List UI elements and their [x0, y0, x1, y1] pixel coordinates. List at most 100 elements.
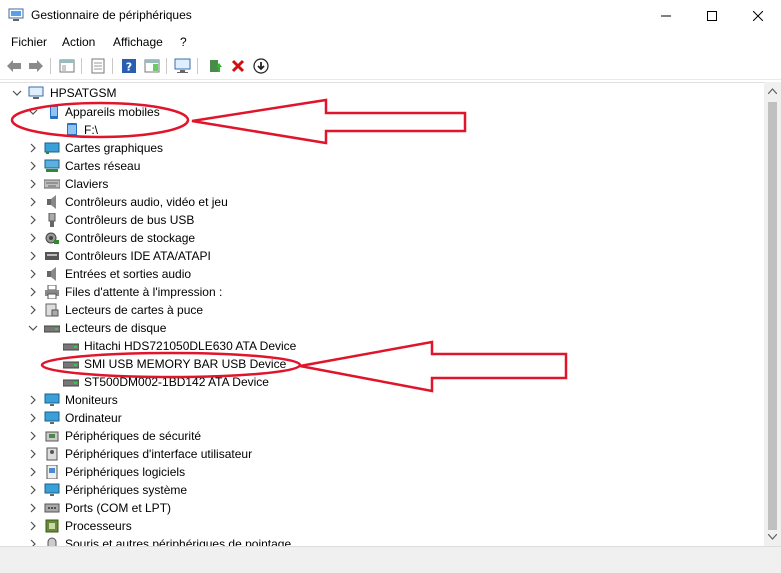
tree-item-moniteurs[interactable]: Moniteurs	[26, 391, 326, 409]
chevron-right-icon	[30, 467, 36, 477]
chevron-right-icon	[30, 197, 36, 207]
tree-item-f-drive[interactable]: F:\	[64, 121, 264, 139]
toolbar-separator	[112, 58, 113, 74]
tree-item-peripheriques-securite[interactable]: Périphériques de sécurité	[26, 427, 326, 445]
display-adapter-icon	[44, 142, 60, 154]
device-tree: HPSATGSM Appareils mobiles F:\ Cartes gr…	[0, 82, 764, 547]
tree-item-controleurs-usb[interactable]: Contrôleurs de bus USB	[26, 211, 326, 229]
tree-item-peripheriques-logiciels[interactable]: Périphériques logiciels	[26, 463, 326, 481]
maximize-icon	[707, 10, 717, 21]
menu-affichage[interactable]: Affichage	[113, 35, 163, 49]
tree-item-label: Contrôleurs de stockage	[65, 231, 196, 245]
chevron-right-icon	[30, 485, 36, 495]
tree-item-label: Contrôleurs IDE ATA/ATAPI	[65, 249, 211, 263]
hid-icon	[46, 447, 58, 461]
tree-item-lecteurs-disque[interactable]: Lecteurs de disque	[26, 319, 326, 337]
tree-item-smi-usb[interactable]: SMI USB MEMORY BAR USB Device	[63, 355, 343, 373]
tree-item-label: Files d'attente à l'impression :	[65, 285, 223, 299]
chevron-right-icon	[30, 395, 36, 405]
tree-item-label: Entrées et sorties audio	[65, 267, 192, 281]
tree-item-controleurs-ide[interactable]: Contrôleurs IDE ATA/ATAPI	[26, 247, 326, 265]
chevron-right-icon	[30, 413, 36, 423]
disk-drive-icon	[44, 325, 60, 333]
help-button[interactable]: ?	[120, 57, 138, 75]
tree-item-peripheriques-interface[interactable]: Périphériques d'interface utilisateur	[26, 445, 326, 463]
vertical-scrollbar[interactable]	[764, 82, 781, 546]
chevron-down-icon	[28, 325, 38, 331]
vertical-scroll-thumb[interactable]	[768, 102, 777, 530]
software-device-icon	[46, 465, 58, 479]
toolbar-separator	[197, 58, 198, 74]
uninstall-device-button[interactable]	[229, 57, 247, 75]
help-icon: ?	[122, 59, 136, 74]
tree-item-processeurs[interactable]: Processeurs	[26, 517, 326, 535]
tree-item-controleurs-stockage[interactable]: Contrôleurs de stockage	[26, 229, 326, 247]
update-driver-button[interactable]	[206, 57, 224, 75]
tree-item-label: Contrôleurs de bus USB	[65, 213, 195, 227]
tree-item-appareils-mobiles[interactable]: Appareils mobiles	[26, 103, 326, 121]
menu-action[interactable]: Action	[62, 35, 95, 49]
tree-item-controleurs-audio[interactable]: Contrôleurs audio, vidéo et jeu	[26, 193, 326, 211]
tree-item-hitachi[interactable]: Hitachi HDS721050DLE630 ATA Device	[63, 337, 343, 355]
chevron-down-icon	[12, 90, 22, 96]
tree-item-st500[interactable]: ST500DM002-1BD142 ATA Device	[63, 373, 343, 391]
status-bar	[0, 546, 781, 573]
speaker-icon	[47, 195, 56, 209]
maximize-button[interactable]	[689, 0, 735, 31]
properties-button[interactable]	[89, 57, 107, 75]
console-tree-icon	[59, 59, 75, 73]
chevron-right-icon	[30, 251, 36, 261]
tree-item-label: Moniteurs	[65, 393, 118, 407]
tree-item-entrees-sorties-audio[interactable]: Entrées et sorties audio	[26, 265, 326, 283]
toolbar-separator	[166, 58, 167, 74]
keyboard-icon	[44, 179, 60, 189]
menu-help[interactable]: ?	[180, 35, 187, 49]
chevron-right-icon	[30, 269, 36, 279]
tree-item-label: SMI USB MEMORY BAR USB Device	[84, 357, 287, 371]
tree-item-cartes-puce[interactable]: Lecteurs de cartes à puce	[26, 301, 326, 319]
forward-button[interactable]	[27, 57, 45, 75]
show-hide-tree-button[interactable]	[58, 57, 76, 75]
title-bar: Gestionnaire de périphériques	[0, 0, 781, 31]
tree-item-claviers[interactable]: Claviers	[26, 175, 326, 193]
action-pane-icon	[144, 59, 160, 73]
back-arrow-icon	[7, 60, 21, 72]
tree-item-label: ST500DM002-1BD142 ATA Device	[84, 375, 269, 389]
printer-icon	[45, 285, 59, 299]
tree-item-label: Périphériques système	[65, 483, 188, 497]
forward-arrow-icon	[29, 60, 43, 72]
tree-item-label: Cartes réseau	[65, 159, 141, 173]
chevron-right-icon	[30, 503, 36, 513]
action-pane-button[interactable]	[143, 57, 161, 75]
tree-item-label: Lecteurs de cartes à puce	[65, 303, 204, 317]
security-device-icon	[45, 431, 59, 442]
disk-drive-icon	[63, 379, 79, 387]
tree-item-files-attente[interactable]: Files d'attente à l'impression :	[26, 283, 326, 301]
toolbar-separator	[81, 58, 82, 74]
tree-root-label: HPSATGSM	[50, 86, 117, 100]
close-button[interactable]	[735, 0, 781, 31]
uninstall-x-icon	[231, 59, 245, 73]
tree-root[interactable]: HPSATGSM	[10, 84, 310, 102]
scan-hardware-button[interactable]	[174, 57, 192, 75]
speaker-icon	[47, 267, 56, 281]
minimize-button[interactable]	[643, 0, 689, 31]
chevron-right-icon	[30, 449, 36, 459]
port-icon	[44, 503, 60, 513]
tree-item-label: F:\	[84, 123, 98, 137]
tree-item-cartes-graphiques[interactable]: Cartes graphiques	[26, 139, 326, 157]
menu-fichier[interactable]: Fichier	[11, 35, 47, 49]
close-icon	[753, 10, 763, 21]
disk-drive-icon	[63, 361, 79, 369]
back-button[interactable]	[5, 57, 23, 75]
tree-item-label: Périphériques d'interface utilisateur	[65, 447, 253, 461]
tree-item-ports[interactable]: Ports (COM et LPT)	[26, 499, 326, 517]
tree-item-peripheriques-systeme[interactable]: Périphériques système	[26, 481, 326, 499]
window-title: Gestionnaire de périphériques	[31, 8, 192, 22]
tree-item-cartes-reseau[interactable]: Cartes réseau	[26, 157, 326, 175]
monitor-icon	[44, 393, 60, 406]
tree-item-ordinateur[interactable]: Ordinateur	[26, 409, 326, 427]
tree-item-label: Appareils mobiles	[65, 105, 160, 119]
disable-device-button[interactable]	[252, 57, 270, 75]
chevron-right-icon	[30, 287, 36, 297]
